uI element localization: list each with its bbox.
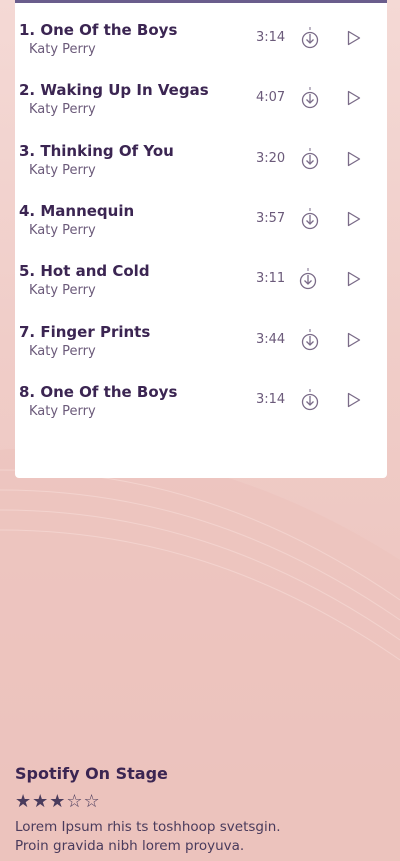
play-icon[interactable] <box>347 90 361 106</box>
track-duration: 3:44 <box>256 332 286 347</box>
playlist-info: Spotify On Stage ★★★☆☆ Lorem Ipsum rhis … <box>15 764 385 856</box>
download-icon[interactable] <box>299 267 317 291</box>
track-duration: 3:57 <box>256 211 286 226</box>
track-row[interactable]: 1. One Of the Boys Katy Perry 3:14 <box>15 21 387 71</box>
download-icon[interactable] <box>301 86 319 110</box>
description-line: Lorem Ipsum rhis ts toshhoop svetsgin. <box>15 819 281 835</box>
track-row[interactable]: 2. Waking Up In Vegas Katy Perry 4:07 <box>15 81 387 131</box>
track-artist: Katy Perry <box>29 404 96 419</box>
track-artist: Katy Perry <box>29 223 96 238</box>
track-artist: Katy Perry <box>29 163 96 178</box>
track-title: 5. Hot and Cold <box>19 262 150 280</box>
track-title: 2. Waking Up In Vegas <box>19 81 209 99</box>
tracklist-card: 1. One Of the Boys Katy Perry 3:14 2. Wa… <box>15 0 387 478</box>
track-duration: 3:11 <box>256 271 286 286</box>
track-artist: Katy Perry <box>29 283 96 298</box>
track-artist: Katy Perry <box>29 344 96 359</box>
track-row[interactable]: 8. One Of the Boys Katy Perry 3:14 <box>15 383 387 433</box>
download-icon[interactable] <box>301 207 319 231</box>
playlist-title: Spotify On Stage <box>15 764 168 783</box>
download-icon[interactable] <box>301 147 319 171</box>
track-title: 4. Mannequin <box>19 202 135 220</box>
track-row[interactable]: 4. Mannequin Katy Perry 3:57 <box>15 202 387 252</box>
track-title: 7. Finger Prints <box>19 323 151 341</box>
download-icon[interactable] <box>301 26 319 50</box>
track-title: 8. One Of the Boys <box>19 383 178 401</box>
track-duration: 3:14 <box>256 392 286 407</box>
description-line: Proin gravida nibh lorem proyuva. <box>15 838 245 854</box>
track-duration: 4:07 <box>256 90 286 105</box>
track-duration: 3:14 <box>256 30 286 45</box>
track-artist: Katy Perry <box>29 42 96 57</box>
play-icon[interactable] <box>347 211 361 227</box>
track-row[interactable]: 7. Finger Prints Katy Perry 3:44 <box>15 323 387 373</box>
download-icon[interactable] <box>301 388 319 412</box>
track-title: 1. One Of the Boys <box>19 21 178 39</box>
track-row[interactable]: 3. Thinking Of You Katy Perry 3:20 <box>15 142 387 192</box>
track-duration: 3:20 <box>256 151 286 166</box>
play-icon[interactable] <box>347 392 361 408</box>
play-icon[interactable] <box>347 30 361 46</box>
playlist-description: Lorem Ipsum rhis ts toshhoop svetsgin. P… <box>15 818 385 856</box>
play-icon[interactable] <box>347 271 361 287</box>
track-title: 3. Thinking Of You <box>19 142 174 160</box>
rating-stars[interactable]: ★★★☆☆ <box>15 791 385 812</box>
play-icon[interactable] <box>347 151 361 167</box>
track-artist: Katy Perry <box>29 102 96 117</box>
play-icon[interactable] <box>347 332 361 348</box>
download-icon[interactable] <box>301 328 319 352</box>
track-row[interactable]: 5. Hot and Cold Katy Perry 3:11 <box>15 262 387 312</box>
